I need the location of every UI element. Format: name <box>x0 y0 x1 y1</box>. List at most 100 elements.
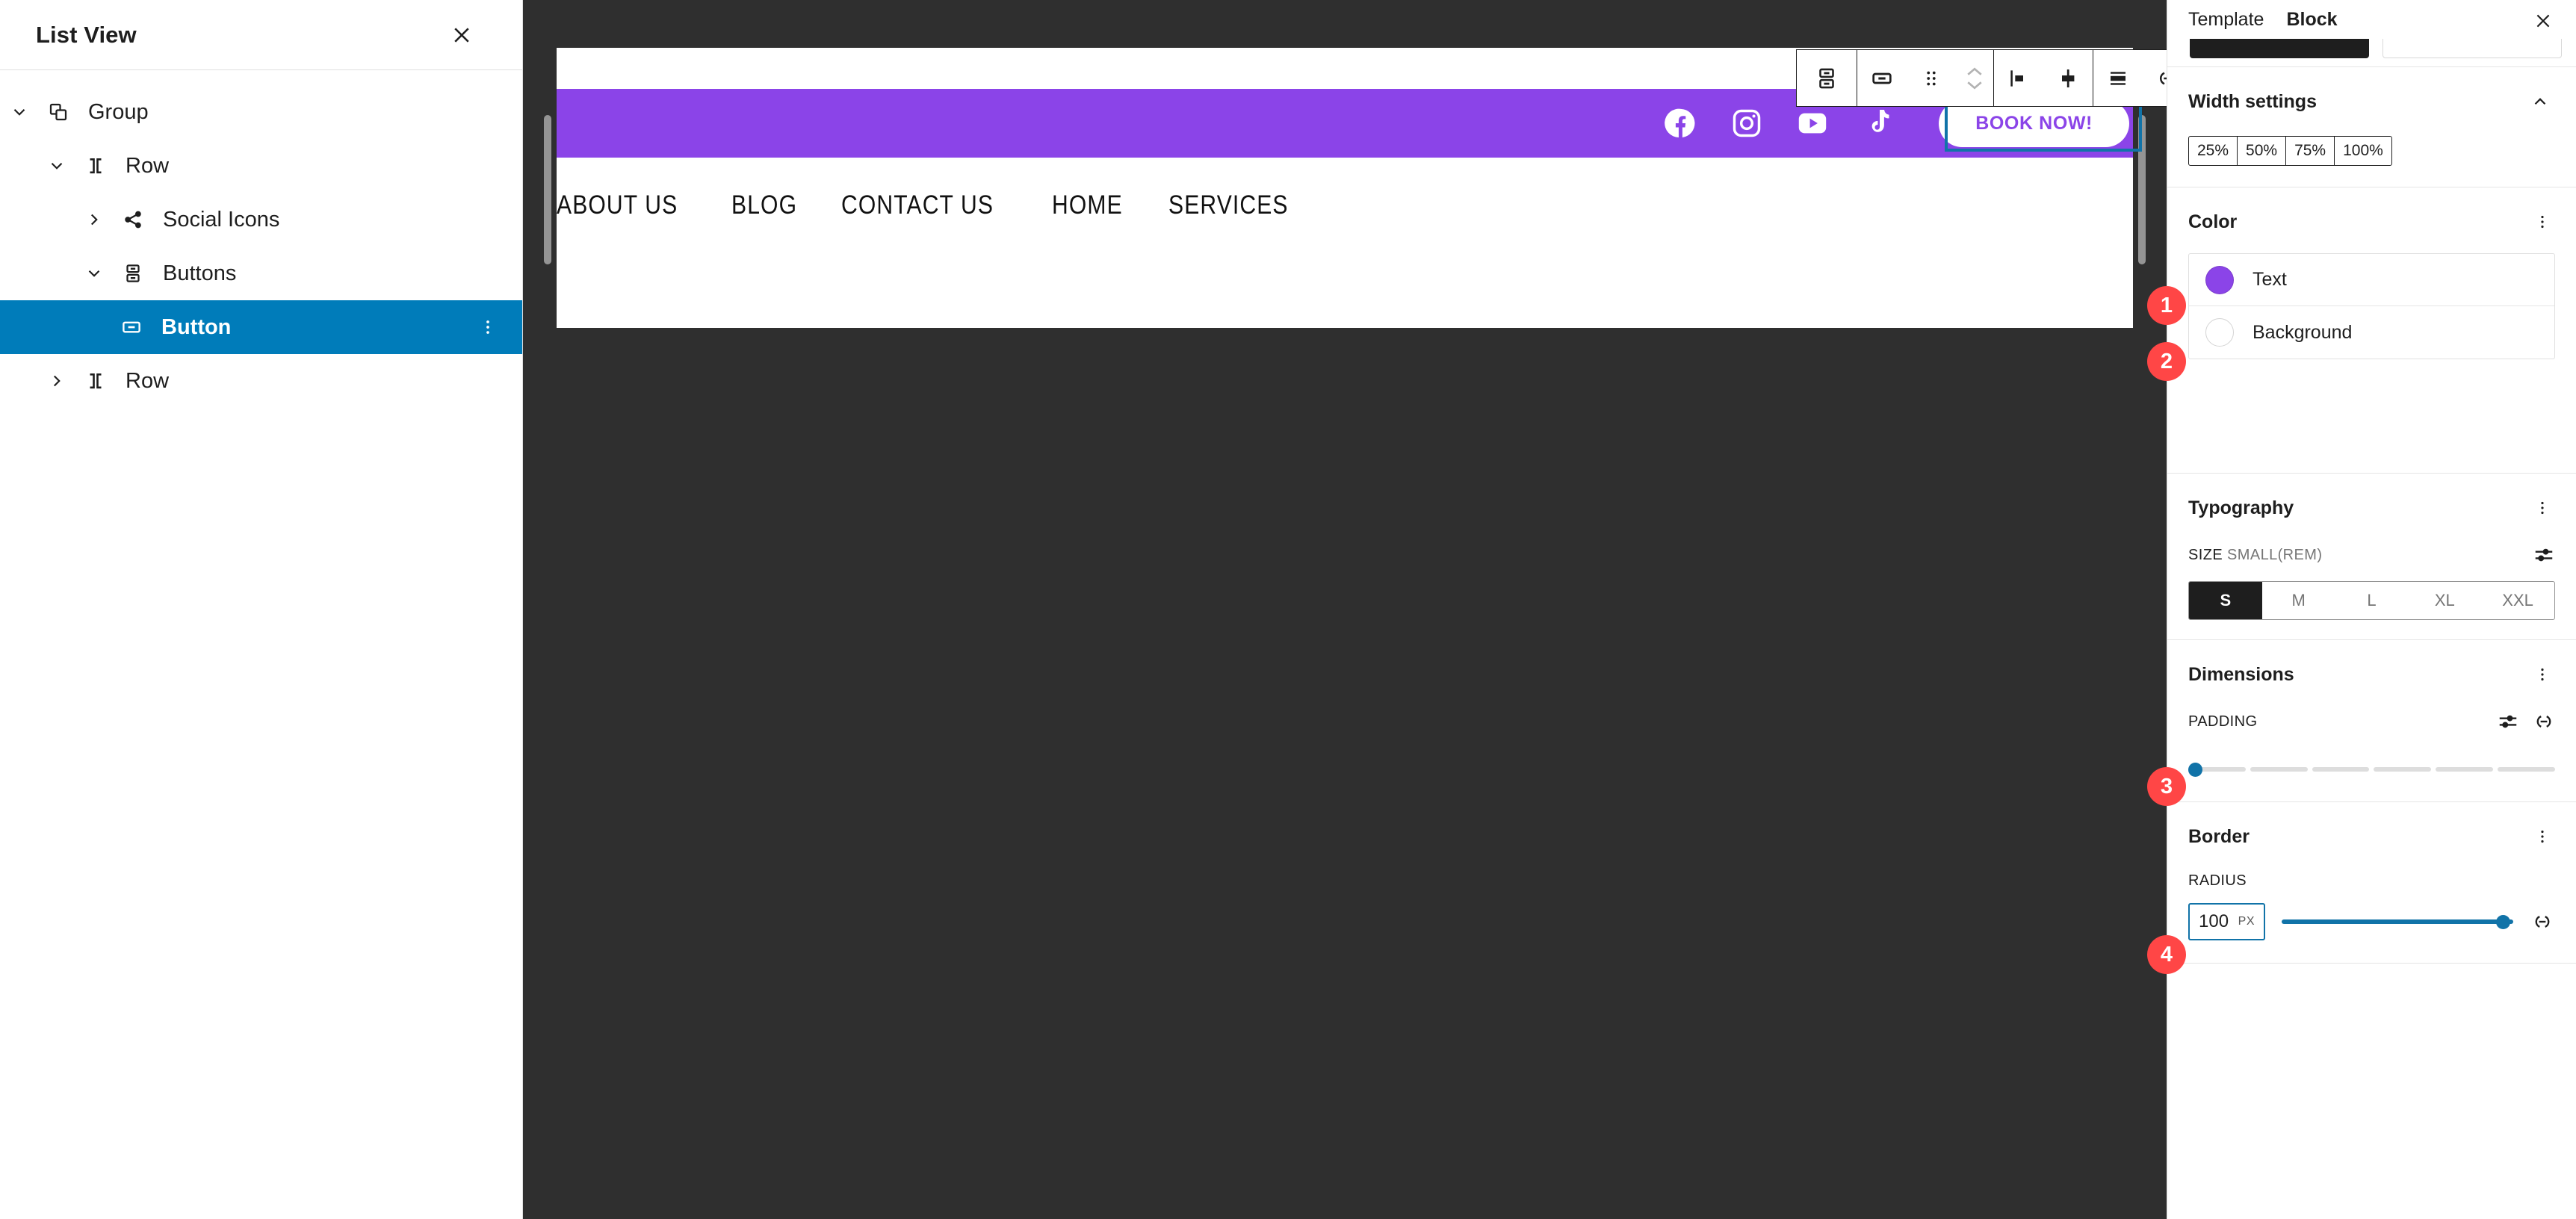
more-options-icon[interactable] <box>2530 493 2555 523</box>
width-option-100[interactable]: 100% <box>2335 137 2391 165</box>
width-options-group: 25% 50% 75% 100% <box>2188 136 2392 167</box>
tab-block[interactable]: Block <box>2286 9 2337 31</box>
width-settings-header: Width settings <box>2188 67 2555 117</box>
tiktok-icon[interactable] <box>1859 104 1898 143</box>
facebook-icon[interactable] <box>1662 104 1700 143</box>
link-icon[interactable] <box>2143 50 2167 106</box>
sidebar-tabs: Template Block <box>2167 0 2576 39</box>
button-icon <box>112 316 151 338</box>
font-size-option-l[interactable]: L <box>2335 582 2409 619</box>
navigation-menu: ABOUT US BLOG CONTACT US HOME SERVICES <box>557 190 1307 220</box>
padding-slider[interactable] <box>2188 757 2555 782</box>
canvas-resize-handle-right[interactable] <box>2138 115 2146 264</box>
font-size-row: SIZE SMALL(REM) <box>2188 544 2555 566</box>
dimensions-header: Dimensions <box>2188 640 2555 689</box>
list-item-label: Buttons <box>163 261 237 285</box>
select-parent-block-button[interactable] <box>1796 49 1857 107</box>
block-type-button-icon[interactable] <box>1857 50 1907 106</box>
padding-slider-thumb[interactable] <box>2188 763 2202 778</box>
radius-control-row: 100 PX <box>2188 903 2555 941</box>
chevron-down-icon[interactable] <box>37 146 76 185</box>
list-view-tree: Group Row Social Icons Buttons Button Ro… <box>0 70 522 408</box>
annotation-badge-3: 3 <box>2147 767 2186 806</box>
width-option-25[interactable]: 25% <box>2189 137 2238 166</box>
radius-unit[interactable]: PX <box>2238 915 2255 928</box>
padding-row: PADDING <box>2188 710 2555 733</box>
radius-slider[interactable] <box>2282 913 2513 931</box>
style-variation-outline-button[interactable] <box>2383 39 2562 58</box>
link-sides-icon[interactable] <box>2533 710 2555 733</box>
list-item-label: Group <box>88 99 149 124</box>
border-section: Border RADIUS 100 PX <box>2167 802 2576 964</box>
annotation-badge-2: 2 <box>2147 342 2186 381</box>
canvas-resize-handle-left[interactable] <box>544 115 551 264</box>
close-icon[interactable] <box>442 16 481 55</box>
list-item[interactable]: Buttons <box>0 246 522 300</box>
chevron-right-icon[interactable] <box>75 200 114 239</box>
share-icon <box>114 208 152 231</box>
chevron-up-icon[interactable] <box>2525 87 2555 117</box>
color-header: Color <box>2188 187 2555 237</box>
text-color-swatch <box>2205 265 2234 294</box>
nav-item-home[interactable]: HOME <box>1052 190 1123 220</box>
nav-item-blog[interactable]: BLOG <box>731 190 797 220</box>
social-icons-block[interactable] <box>1662 104 1898 143</box>
close-icon[interactable] <box>2527 6 2560 36</box>
toolbar-group-align <box>1993 49 2093 107</box>
site-navigation-row: ABOUT US BLOG CONTACT US HOME SERVICES <box>557 158 2133 253</box>
chevron-down-icon[interactable] <box>0 93 39 131</box>
move-up-down-icon[interactable] <box>1956 50 1993 106</box>
radius-input[interactable]: 100 PX <box>2188 903 2265 941</box>
border-header: Border <box>2188 802 2555 852</box>
list-view-header: List View <box>0 0 522 70</box>
nav-item-contact-us[interactable]: CONTACT US <box>841 190 994 220</box>
padding-label: PADDING <box>2188 713 2258 730</box>
list-item[interactable]: Social Icons <box>0 193 522 246</box>
width-option-50[interactable]: 50% <box>2238 137 2287 166</box>
row-icon <box>76 155 115 177</box>
more-options-icon[interactable] <box>2530 207 2555 237</box>
list-item[interactable]: Row <box>0 139 522 193</box>
style-variation-fill-button[interactable] <box>2190 39 2369 58</box>
list-item-button-selected[interactable]: Button <box>0 300 522 354</box>
width-option-75[interactable]: 75% <box>2286 137 2335 166</box>
block-editor-screen: List View Group Row Social Icons Buttons… <box>0 0 2576 1219</box>
more-options-icon[interactable] <box>2530 660 2555 689</box>
color-options-list: Text Background <box>2188 253 2555 360</box>
font-size-option-m[interactable]: M <box>2262 582 2335 619</box>
tab-template[interactable]: Template <box>2188 9 2264 31</box>
radius-slider-track <box>2282 919 2513 925</box>
color-section-spacer <box>2188 379 2555 473</box>
toolbar-group-block <box>1857 49 1994 107</box>
link-corners-icon[interactable] <box>2530 911 2555 933</box>
chevron-down-icon[interactable] <box>75 254 114 293</box>
color-row-text[interactable]: Text <box>2189 254 2554 307</box>
color-row-background[interactable]: Background <box>2189 306 2554 359</box>
youtube-icon[interactable] <box>1793 104 1832 143</box>
more-options-icon[interactable] <box>2530 822 2555 852</box>
color-section: Color Text Background <box>2167 187 2576 474</box>
chevron-right-icon[interactable] <box>37 362 76 400</box>
padding-slider-track <box>2188 767 2555 772</box>
sliders-icon[interactable] <box>2497 710 2519 733</box>
list-item[interactable]: Row <box>0 354 522 408</box>
list-item[interactable]: Group <box>0 85 522 139</box>
list-view-panel: List View Group Row Social Icons Buttons… <box>0 0 523 1219</box>
justify-icon[interactable] <box>2093 50 2143 106</box>
font-size-option-xxl[interactable]: XXL <box>2481 582 2554 619</box>
drag-handle-icon[interactable] <box>1907 50 1956 106</box>
nav-item-about-us[interactable]: ABOUT US <box>557 190 678 220</box>
style-variations-row-clipped <box>2167 39 2576 67</box>
more-options-icon[interactable] <box>473 308 503 347</box>
align-left-icon[interactable] <box>1994 50 2043 106</box>
align-center-icon[interactable] <box>2043 50 2093 106</box>
sliders-icon[interactable] <box>2533 544 2555 566</box>
editor-canvas: BOOK NOW! ABOUT US BLOG CONTACT US HOME … <box>523 0 2167 1219</box>
radius-slider-thumb[interactable] <box>2496 915 2510 930</box>
annotation-badge-1: 1 <box>2147 286 2186 325</box>
font-size-option-xl[interactable]: XL <box>2408 582 2481 619</box>
font-size-option-s[interactable]: S <box>2189 582 2262 620</box>
buttons-parent-icon <box>1814 66 1839 91</box>
instagram-icon[interactable] <box>1727 104 1766 143</box>
nav-item-services[interactable]: SERVICES <box>1168 190 1289 220</box>
